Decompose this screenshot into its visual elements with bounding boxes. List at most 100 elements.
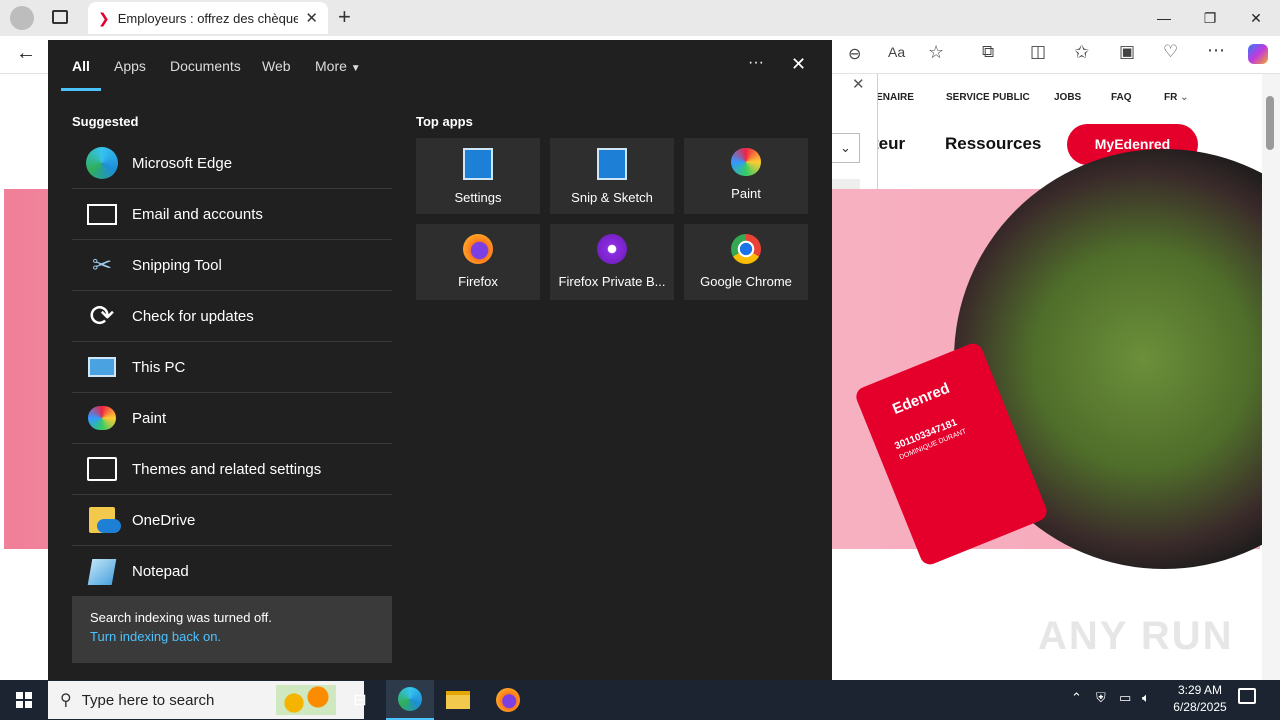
suggested-item-updates[interactable]: ⟳ Check for updates	[72, 291, 392, 342]
site-menu-resources[interactable]: Ressources	[945, 134, 1041, 154]
top-app-label: Google Chrome	[700, 274, 792, 289]
anyrun-watermark: ANY RUN	[1038, 614, 1234, 658]
suggested-heading: Suggested	[72, 114, 139, 129]
site-nav-public[interactable]: SERVICE PUBLIC	[946, 92, 1030, 103]
suggested-item-label: This PC	[132, 358, 186, 376]
suggested-item-snipping-tool[interactable]: ✂ Snipping Tool	[72, 240, 392, 291]
palette-icon	[731, 148, 761, 176]
tab-more-label: More	[315, 58, 347, 74]
settings-more-icon[interactable]: ⋯	[1207, 40, 1225, 61]
browser-tab[interactable]: ❯ Employeurs : offrez des chèques-r ✕	[88, 2, 328, 34]
restore-button[interactable]: ❐	[1187, 0, 1233, 36]
chrome-icon	[731, 234, 761, 264]
folder-icon	[446, 691, 470, 709]
edge-icon	[398, 687, 422, 711]
close-window-button[interactable]: ✕	[1233, 0, 1279, 36]
top-app-firefox-private[interactable]: Firefox Private B...	[550, 224, 674, 300]
suggested-item-label: Email and accounts	[132, 205, 263, 223]
extensions-icon[interactable]: ⧉	[982, 42, 994, 62]
favorites-icon[interactable]: ✩	[1074, 42, 1089, 63]
suggested-item-edge[interactable]: Microsoft Edge	[72, 138, 392, 189]
read-aloud-icon[interactable]: Aa	[888, 44, 905, 60]
top-app-paint[interactable]: Paint	[684, 138, 808, 214]
top-app-firefox[interactable]: Firefox	[416, 224, 540, 300]
top-app-settings[interactable]: Settings	[416, 138, 540, 214]
taskbar-clock[interactable]: 3:29 AM 6/28/2025	[1160, 682, 1240, 716]
site-nav-jobs[interactable]: JOBS	[1054, 92, 1081, 103]
tray-network-icon[interactable]: ▭	[1119, 690, 1131, 706]
scrollbar-thumb[interactable]	[1266, 96, 1274, 150]
popup-select-1[interactable]: ⌄	[832, 133, 860, 163]
tab-close-icon[interactable]: ✕	[305, 9, 318, 27]
firefox-private-icon	[597, 234, 627, 264]
suggested-item-email[interactable]: Email and accounts	[72, 189, 392, 240]
tray-security-icon[interactable]: ⛨	[1096, 690, 1106, 706]
palette-icon	[72, 393, 132, 444]
suggested-item-paint[interactable]: Paint	[72, 393, 392, 444]
search-highlight-image	[276, 685, 336, 715]
split-screen-icon[interactable]: ◫	[1030, 42, 1046, 62]
suggested-item-themes[interactable]: Themes and related settings	[72, 444, 392, 495]
page-scrollbar[interactable]	[1262, 74, 1280, 680]
firefox-icon	[463, 234, 493, 264]
minimize-button[interactable]: —	[1141, 0, 1187, 36]
language-selector[interactable]: FR ⌄	[1164, 92, 1189, 103]
tab-documents[interactable]: Documents	[170, 58, 241, 74]
top-app-label: Firefox	[458, 274, 498, 289]
tray-chevron-icon[interactable]: ⌃	[1071, 690, 1082, 706]
search-icon: ⚲	[60, 692, 72, 709]
indexing-notice: Search indexing was turned off. Turn ind…	[72, 596, 392, 663]
tab-apps[interactable]: Apps	[114, 58, 146, 74]
back-button[interactable]: ←	[16, 42, 36, 65]
top-app-label: Settings	[454, 190, 502, 205]
task-view-button[interactable]: ⊟	[336, 680, 384, 720]
tray-volume-icon[interactable]: 🔈︎	[1142, 690, 1150, 706]
favorite-star-icon[interactable]: ☆	[928, 42, 944, 63]
suggested-item-label: Notepad	[132, 563, 189, 580]
copilot-icon[interactable]	[1248, 44, 1268, 64]
refresh-icon: ⟳	[89, 299, 115, 333]
collections-icon[interactable]: ▣	[1119, 42, 1135, 62]
tab-more[interactable]: More ▼	[315, 58, 361, 74]
start-button[interactable]	[0, 680, 48, 720]
popup-close-icon[interactable]: ✕	[852, 75, 865, 93]
taskbar-search-box[interactable]: ⚲ Type here to search	[48, 681, 364, 719]
active-tab-indicator	[61, 88, 101, 91]
profile-icon[interactable]	[10, 6, 34, 30]
top-app-chrome[interactable]: Google Chrome	[684, 224, 808, 300]
tab-title: Employeurs : offrez des chèques-r	[117, 10, 298, 26]
site-nav-faq[interactable]: FAQ	[1111, 92, 1132, 103]
computer-icon	[72, 342, 132, 393]
language-label: FR	[1164, 92, 1178, 103]
tab-all[interactable]: All	[72, 58, 90, 74]
edge-icon	[72, 138, 132, 189]
suggested-item-label: Themes and related settings	[132, 460, 322, 478]
top-app-snip-sketch[interactable]: Snip & Sketch	[550, 138, 674, 214]
caret-down-icon: ▼	[350, 63, 361, 74]
suggested-item-onedrive[interactable]: OneDrive	[72, 495, 392, 546]
indexing-notice-text: Search indexing was turned off.	[90, 610, 272, 625]
turn-indexing-on-link[interactable]: Turn indexing back on.	[90, 629, 374, 644]
taskbar-explorer-button[interactable]	[434, 680, 482, 720]
site-favicon-icon: ❯	[98, 9, 110, 26]
suggested-item-label: Paint	[132, 409, 167, 427]
zoom-out-icon[interactable]: ⊖	[848, 44, 861, 64]
suggested-item-label: Microsoft Edge	[132, 154, 233, 172]
notepad-icon	[72, 546, 132, 597]
top-app-label: Snip & Sketch	[571, 190, 653, 205]
mail-icon	[72, 189, 132, 240]
suggested-item-this-pc[interactable]: This PC	[72, 342, 392, 393]
notifications-icon[interactable]	[1238, 688, 1256, 704]
taskbar-edge-button[interactable]	[386, 680, 434, 720]
close-flyout-icon[interactable]: ✕	[791, 54, 806, 75]
browser-essentials-icon[interactable]: ♡	[1163, 42, 1178, 62]
search-placeholder: Type here to search	[81, 691, 215, 709]
tab-web[interactable]: Web	[262, 58, 291, 74]
top-app-label: Firefox Private B...	[558, 274, 666, 289]
suggested-item-notepad[interactable]: Notepad	[72, 546, 392, 597]
brush-icon	[72, 444, 132, 495]
new-tab-button[interactable]: +	[338, 4, 351, 30]
taskbar-firefox-button[interactable]	[484, 680, 532, 720]
tab-actions-icon[interactable]	[52, 10, 68, 24]
more-options-icon[interactable]: ···	[748, 54, 764, 72]
